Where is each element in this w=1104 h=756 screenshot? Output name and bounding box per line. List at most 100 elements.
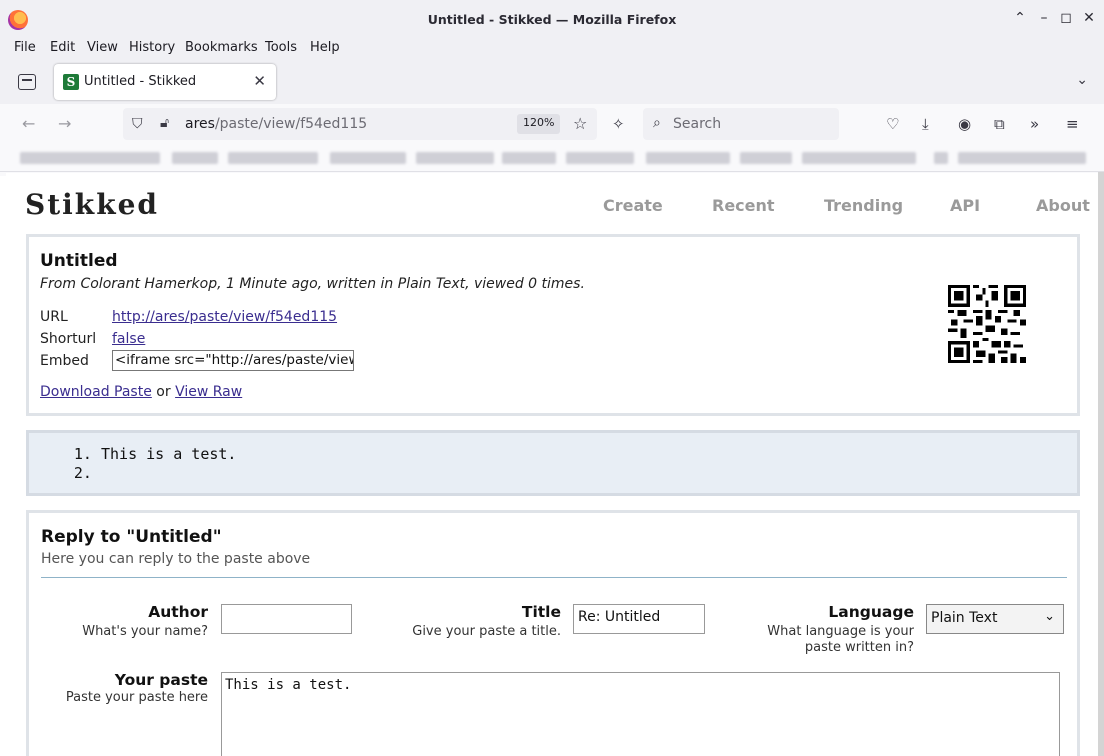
menu-bookmarks[interactable]: Bookmarks bbox=[185, 40, 258, 55]
code-lines: This is a test. bbox=[101, 445, 236, 483]
author-label: Author bbox=[148, 603, 208, 621]
shorturl-label: Shorturl bbox=[40, 331, 97, 347]
tracking-shield-icon[interactable]: ⛉ bbox=[132, 116, 143, 132]
shorturl-link[interactable]: false bbox=[112, 331, 145, 347]
title-label: Title bbox=[521, 603, 561, 621]
author-hint: What's your name? bbox=[82, 624, 208, 639]
paste-url-link[interactable]: http://ares/paste/view/f54ed115 bbox=[112, 309, 337, 325]
reply-divider bbox=[41, 577, 1067, 578]
extensions-puzzle-icon[interactable]: ⧉ bbox=[994, 115, 1005, 133]
paste-textarea[interactable]: This is a test. bbox=[221, 672, 1060, 756]
stikked-favicon-icon: S bbox=[63, 74, 79, 90]
bookmark-item[interactable] bbox=[958, 152, 1086, 164]
bookmark-item[interactable] bbox=[502, 152, 556, 164]
bookmark-item[interactable] bbox=[172, 152, 218, 164]
tab-title: Untitled - Stikked bbox=[84, 74, 197, 89]
view-raw-link[interactable]: View Raw bbox=[175, 384, 242, 400]
firefox-view-icon[interactable] bbox=[18, 74, 36, 90]
window-title: Untitled - Stikked — Mozilla Firefox bbox=[427, 12, 677, 27]
bookmark-item[interactable] bbox=[330, 152, 406, 164]
paste-code-panel: This is a test. bbox=[26, 430, 1080, 496]
menu-history[interactable]: History bbox=[129, 40, 175, 55]
window-titlebar: Untitled - Stikked — Mozilla Firefox ⌃ –… bbox=[0, 0, 1104, 38]
bookmarks-toolbar bbox=[0, 144, 1104, 172]
downloads-icon[interactable]: ⤓ bbox=[922, 115, 929, 133]
menu-view[interactable]: View bbox=[87, 40, 118, 55]
language-hint-line: paste written in? bbox=[804, 640, 914, 655]
language-label: Language bbox=[828, 603, 914, 621]
menu-tools[interactable]: Tools bbox=[265, 40, 297, 55]
nav-api[interactable]: API bbox=[950, 196, 980, 215]
paste-info-panel: Untitled From Colorant Hamerkop, 1 Minut… bbox=[26, 234, 1080, 416]
nav-create[interactable]: Create bbox=[603, 196, 663, 215]
back-arrow-icon[interactable]: ← bbox=[22, 114, 35, 133]
or-text: or bbox=[156, 384, 171, 400]
chevron-down-icon: ⌄ bbox=[1044, 609, 1055, 624]
site-logo[interactable]: Stikked bbox=[25, 188, 159, 221]
zoom-level-badge[interactable]: 120% bbox=[517, 114, 561, 134]
hamburger-menu-icon[interactable]: ≡ bbox=[1066, 115, 1079, 133]
overflow-chevrons-icon[interactable]: » bbox=[1030, 115, 1039, 133]
bookmark-item[interactable] bbox=[566, 152, 634, 164]
code-line bbox=[101, 464, 236, 483]
qr-code-image bbox=[948, 285, 1026, 363]
pocket-icon[interactable]: ♡ bbox=[886, 115, 899, 133]
code-line: This is a test. bbox=[101, 445, 236, 464]
insecure-lock-icon[interactable]: 🔓︎ bbox=[160, 115, 169, 131]
minimize-icon[interactable]: – bbox=[1035, 10, 1053, 26]
paste-title: Untitled bbox=[40, 251, 118, 271]
language-hint-line: What language is your bbox=[767, 624, 914, 639]
title-input[interactable]: Re: Untitled bbox=[573, 604, 705, 634]
paste-label: Your paste bbox=[114, 671, 208, 689]
bookmark-star-icon[interactable]: ☆ bbox=[573, 114, 587, 133]
language-select[interactable]: Plain Text ⌄ bbox=[926, 604, 1064, 634]
reply-subtitle: Here you can reply to the paste above bbox=[41, 551, 311, 567]
nav-trending[interactable]: Trending bbox=[824, 196, 903, 215]
navigation-toolbar: ← → ⛉ 🔓︎ ares/paste/view/f54ed115 120% ☆… bbox=[0, 104, 1104, 144]
download-paste-link[interactable]: Download Paste bbox=[40, 384, 152, 400]
bookmark-item[interactable] bbox=[740, 152, 792, 164]
menu-help[interactable]: Help bbox=[310, 40, 340, 55]
menu-bar: File Edit View History Bookmarks Tools H… bbox=[0, 38, 1104, 60]
nav-about[interactable]: About bbox=[1036, 196, 1090, 215]
maximize-icon[interactable]: ◻ bbox=[1057, 10, 1075, 26]
tab-close-icon[interactable]: ✕ bbox=[253, 72, 266, 90]
url-bar[interactable]: ⛉ 🔓︎ ares/paste/view/f54ed115 120% ☆ bbox=[123, 108, 597, 140]
reply-title: Reply to "Untitled" bbox=[41, 527, 222, 547]
account-icon[interactable]: ◉ bbox=[958, 115, 971, 133]
menu-file[interactable]: File bbox=[14, 40, 36, 55]
bookmark-item[interactable] bbox=[416, 152, 494, 164]
embed-label: Embed bbox=[40, 353, 89, 369]
language-hint: What language is your paste written in? bbox=[749, 624, 914, 656]
embed-code-input[interactable]: <iframe src="http://ares/paste/view/embe… bbox=[112, 350, 354, 371]
reply-panel: Reply to "Untitled" Here you can reply t… bbox=[26, 510, 1080, 756]
close-window-icon[interactable]: ✕ bbox=[1080, 10, 1098, 26]
menu-edit[interactable]: Edit bbox=[50, 40, 75, 55]
bookmark-item[interactable] bbox=[934, 152, 948, 164]
window-collapse-icon[interactable]: ⌃ bbox=[1011, 10, 1029, 26]
url-path: /paste/view/f54ed115 bbox=[214, 116, 368, 132]
list-all-tabs-chevron-icon[interactable]: ⌄ bbox=[1076, 72, 1088, 88]
paste-meta: From Colorant Hamerkop, 1 Minute ago, wr… bbox=[40, 276, 585, 292]
paste-hint: Paste your paste here bbox=[65, 690, 208, 705]
author-input[interactable] bbox=[221, 604, 352, 634]
search-input[interactable] bbox=[673, 114, 823, 134]
bookmark-item[interactable] bbox=[20, 152, 160, 164]
url-text[interactable]: ares/paste/view/f54ed115 bbox=[185, 116, 367, 132]
bookmark-item[interactable] bbox=[228, 152, 318, 164]
tab-bar: S Untitled - Stikked ✕ ⌄ bbox=[0, 60, 1104, 104]
pocket-sparkle-icon[interactable]: ✧ bbox=[612, 115, 625, 133]
bookmark-item[interactable] bbox=[802, 152, 916, 164]
search-bar[interactable]: ⌕ bbox=[643, 108, 839, 140]
language-selected-value: Plain Text bbox=[931, 610, 998, 626]
title-hint: Give your paste a title. bbox=[412, 624, 561, 639]
url-label: URL bbox=[40, 309, 68, 325]
page-content: Stikked Create Recent Trending API About… bbox=[6, 173, 1098, 756]
search-icon: ⌕ bbox=[653, 115, 661, 131]
paste-download-links: Download Paste or View Raw bbox=[40, 384, 242, 400]
bookmark-item[interactable] bbox=[646, 152, 730, 164]
nav-recent[interactable]: Recent bbox=[712, 196, 775, 215]
forward-arrow-icon[interactable]: → bbox=[58, 114, 71, 133]
tab-active[interactable]: S Untitled - Stikked ✕ bbox=[54, 64, 276, 100]
url-host: ares bbox=[185, 116, 215, 132]
